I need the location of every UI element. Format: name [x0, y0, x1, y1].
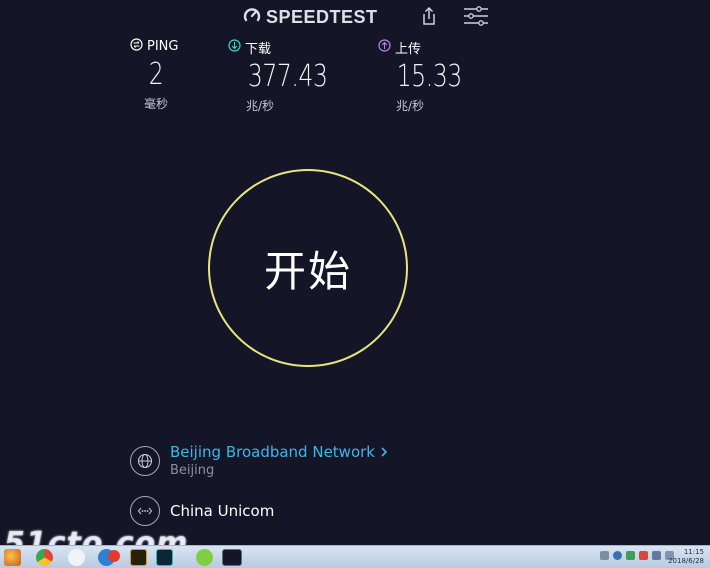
tray-alert-icon[interactable]: [639, 551, 648, 560]
download-metric: 下载 377.43 兆/秒: [228, 38, 338, 114]
download-value: 377.43: [247, 59, 328, 94]
upload-label: 上传: [395, 42, 422, 57]
ping-metric: PING 2 毫秒: [130, 38, 182, 112]
qq-icon[interactable]: [68, 549, 85, 566]
download-arrow-icon: [228, 39, 241, 56]
speedtest-taskbar-icon[interactable]: [222, 549, 242, 566]
download-label: 下载: [245, 42, 272, 57]
server-row[interactable]: China Unicom: [130, 496, 274, 526]
globe-icon: [130, 445, 160, 476]
dreamweaver-icon[interactable]: [156, 549, 173, 566]
upload-arrow-icon: [378, 39, 391, 56]
chrome-icon[interactable]: [36, 549, 53, 566]
app-red-icon[interactable]: [108, 550, 120, 562]
isp-name: Beijing Broadband Network: [170, 443, 375, 461]
ping-value: 2: [148, 57, 164, 92]
upload-value: 15.33: [396, 59, 462, 94]
isp-location: Beijing: [170, 463, 215, 478]
isp-name-link[interactable]: Beijing Broadband Network: [170, 443, 388, 461]
isp-row[interactable]: Beijing Broadband Network Beijing: [130, 443, 388, 478]
tray-search-icon[interactable]: [613, 551, 622, 560]
download-unit: 兆/秒: [246, 99, 275, 113]
wechat-icon[interactable]: [196, 549, 213, 566]
speedometer-logo-icon: [242, 5, 262, 29]
start-test-label: 开始: [263, 246, 352, 296]
server-dots-icon: [130, 496, 160, 526]
tray-app-icon[interactable]: [626, 551, 635, 560]
clock-time: 11:15: [683, 548, 704, 556]
tray-network-icon[interactable]: [652, 551, 661, 560]
clock-date: 2018/6/28: [668, 557, 704, 565]
start-test-button[interactable]: 开始: [208, 169, 408, 367]
share-icon[interactable]: [418, 5, 440, 27]
server-name: China Unicom: [170, 502, 275, 520]
ping-icon: [130, 38, 143, 55]
tray-arrow-icon[interactable]: [600, 551, 609, 560]
speedtest-app: SPEEDTEST PING 2 毫秒 下载 377.43 兆/秒 上传 15.…: [0, 0, 710, 545]
ping-unit: 毫秒: [143, 97, 168, 111]
upload-metric: 上传 15.33 兆/秒: [378, 38, 478, 114]
ping-label: PING: [147, 39, 179, 54]
speedtest-logo: SPEEDTEST: [242, 5, 378, 29]
logo-text: SPEEDTEST: [266, 6, 378, 27]
system-tray: [600, 551, 674, 560]
upload-unit: 兆/秒: [396, 99, 425, 113]
chevron-right-icon: [380, 443, 388, 461]
settings-sliders-icon[interactable]: [462, 5, 490, 27]
taskbar-clock[interactable]: 11:15 2018/6/28: [668, 548, 704, 566]
photoshop-icon[interactable]: [130, 549, 147, 566]
start-button[interactable]: [4, 549, 21, 566]
windows-taskbar: 11:15 2018/6/28: [0, 545, 710, 568]
